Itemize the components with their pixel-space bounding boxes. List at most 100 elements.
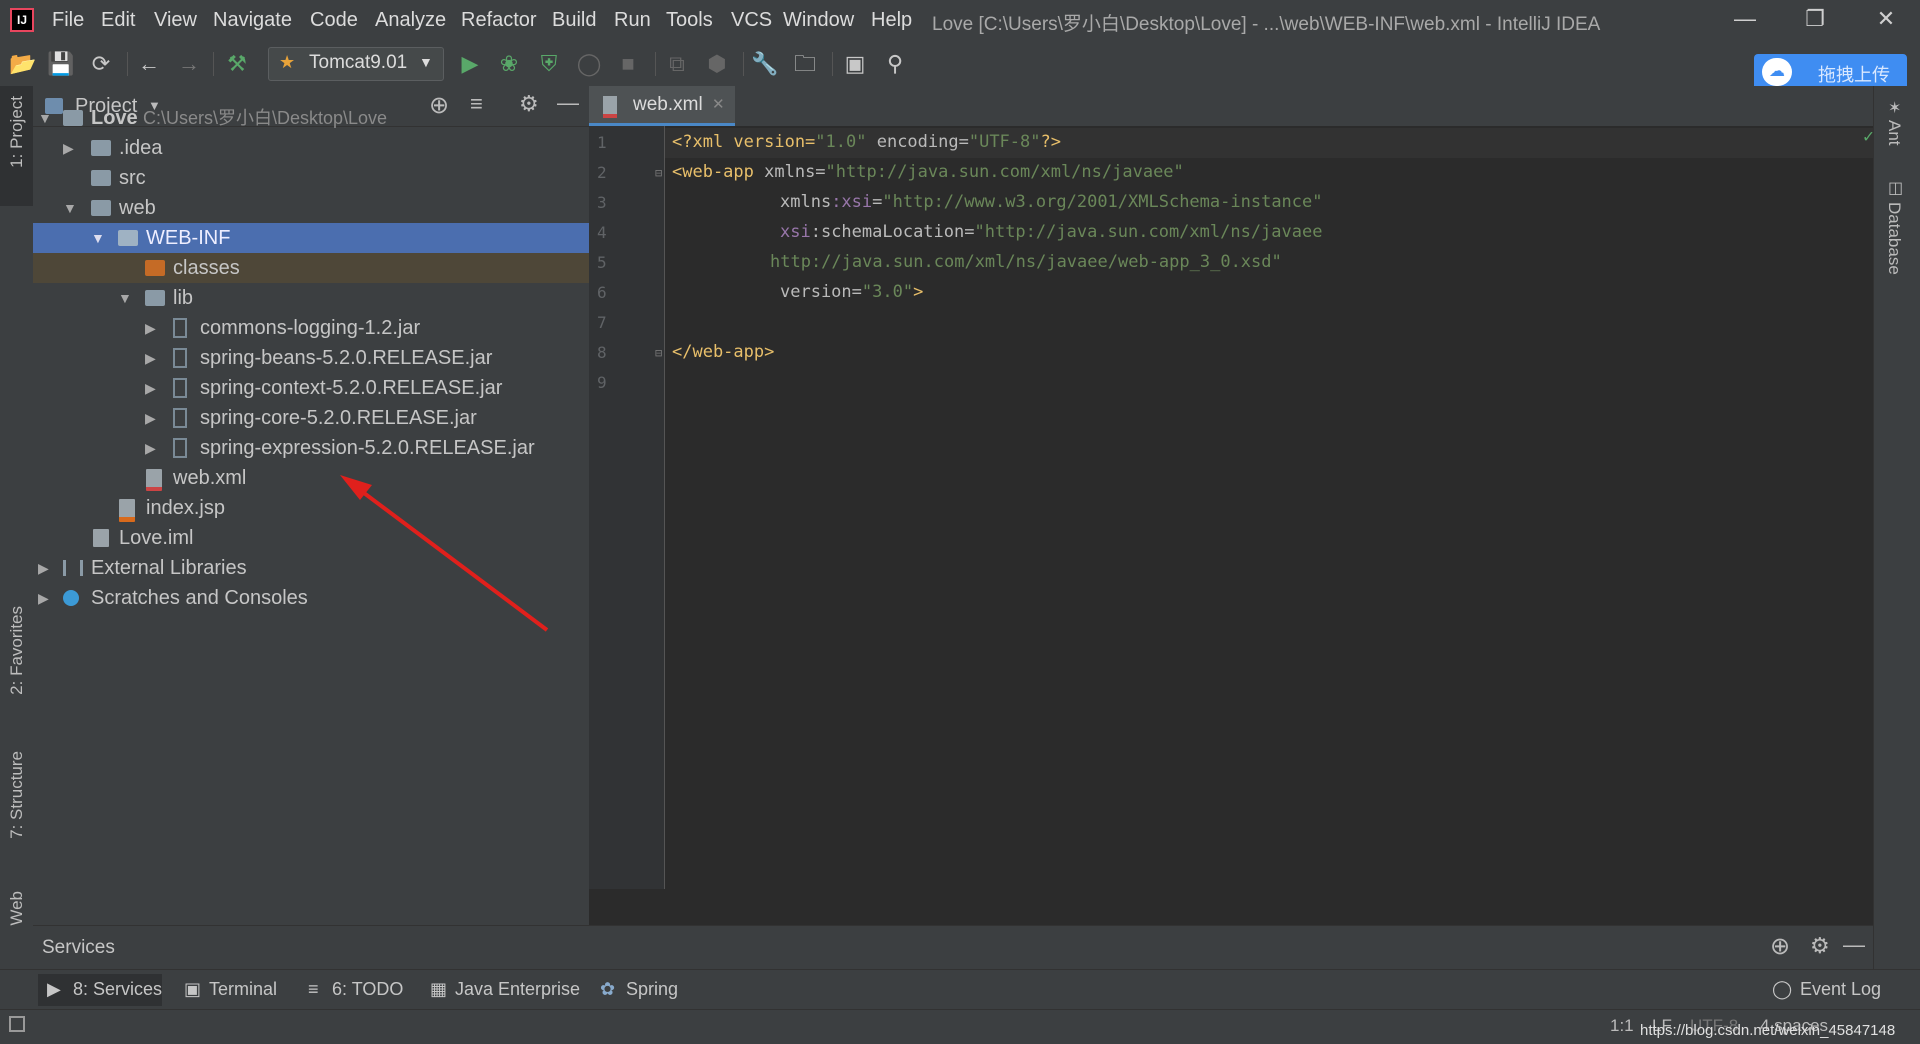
tab-java-enterprise[interactable]: Java Enterprise [455,979,580,1000]
tree-item-idea[interactable]: ▶ .idea [33,133,589,163]
close-tab-icon[interactable]: ✕ [712,95,725,113]
menu-build[interactable]: Build [552,9,596,32]
menu-code[interactable]: Code [310,9,358,32]
run-icon[interactable]: ▶ [455,49,485,79]
line-number: 6 [597,283,607,302]
right-tool-stripe: ✶ Ant ◫ Database [1873,86,1920,986]
tree-item-external-libraries[interactable]: ▶ External Libraries [33,553,589,583]
tab-database[interactable]: Database [1884,202,1904,275]
locate-icon[interactable]: ⊕ [1770,932,1790,961]
tab-event-log[interactable]: Event Log [1800,979,1881,1000]
menu-window[interactable]: Window [783,9,854,32]
upload-button[interactable]: ☁ 拖拽上传 [1754,54,1907,90]
tree-item-web-xml[interactable]: web.xml [33,463,589,493]
expanded-arrow-icon[interactable]: ▼ [63,193,79,223]
line-number: 2 [597,163,607,182]
tree-item-src[interactable]: src [33,163,589,193]
save-icon[interactable]: 💾 [46,49,76,79]
menu-tools[interactable]: Tools [666,9,713,32]
tab-ant[interactable]: Ant [1884,120,1904,146]
build-hammer-icon[interactable]: ⚒ [222,49,252,79]
menu-edit[interactable]: Edit [101,9,135,32]
settings-wrench-icon[interactable]: 🔧 [750,49,780,79]
tree-item-love-iml[interactable]: Love.iml [33,523,589,553]
tab-services[interactable]: 8: Services [73,979,162,1000]
tab-structure[interactable]: 7: Structure [7,751,27,839]
menu-vcs[interactable]: VCS [731,9,772,32]
menu-run[interactable]: Run [614,9,651,32]
menu-refactor[interactable]: Refactor [461,9,537,32]
collapsed-arrow-icon[interactable]: ▶ [38,583,54,613]
debug-icon[interactable]: ❀ [494,49,524,79]
tree-item-classes[interactable]: classes [33,253,589,283]
tree-label: classes [173,257,240,279]
ant-icon: ✶ [1888,100,1902,117]
deploy-icon[interactable]: ⬢ [702,49,732,79]
close-window-button[interactable]: ✕ [1866,6,1906,36]
collapsed-arrow-icon[interactable]: ▶ [145,403,161,433]
collapsed-arrow-icon[interactable]: ▶ [145,433,161,463]
jar-icon [173,348,187,368]
jar-icon [173,408,187,428]
menu-view[interactable]: View [154,9,197,32]
fold-marker-icon[interactable]: ⊟ [655,166,662,180]
code-editor[interactable]: <?xml version="1.0" encoding="UTF-8"?> <… [665,126,1874,889]
project-structure-icon[interactable]: 🗀 [790,49,820,79]
hide-panel-icon[interactable]: — [1843,932,1865,958]
line-number: 5 [597,253,607,272]
tree-item-love[interactable]: ▼ Love C:\Users\罗小白\Desktop\Love [33,103,589,133]
collapsed-arrow-icon[interactable]: ▶ [63,133,79,163]
tab-favorites[interactable]: 2: Favorites [7,606,27,695]
collapsed-arrow-icon[interactable]: ▶ [145,313,161,343]
profile-icon[interactable]: ◯ [574,49,604,79]
expanded-arrow-icon[interactable]: ▼ [91,223,107,253]
tree-item-scratches[interactable]: ▶ Scratches and Consoles [33,583,589,613]
tree-label: spring-beans-5.2.0.RELEASE.jar [200,347,493,369]
tree-item-web-inf[interactable]: ▼ WEB-INF [33,223,589,253]
restore-button[interactable]: ❐ [1795,6,1835,36]
tab-web-xml[interactable]: web.xml ✕ [589,86,735,126]
tree-item-index-jsp[interactable]: index.jsp [33,493,589,523]
collapsed-arrow-icon[interactable]: ▶ [145,373,161,403]
tree-item-jar[interactable]: ▶ spring-context-5.2.0.RELEASE.jar [33,373,589,403]
tab-todo[interactable]: 6: TODO [332,979,403,1000]
tree-label: Scratches and Consoles [91,587,308,609]
tab-spring[interactable]: Spring [626,979,678,1000]
toolbar-divider [743,52,744,76]
gear-icon[interactable]: ⚙ [1810,933,1830,959]
back-icon[interactable]: ← [134,49,164,79]
coverage-icon[interactable]: ⛨ [534,49,564,79]
tab-terminal[interactable]: Terminal [209,979,277,1000]
update-icon[interactable]: ⧉ [662,49,692,79]
caret-position[interactable]: 1:1 [1610,1016,1634,1036]
editor-gutter: 1 2 3 4 5 6 7 8 9 ⊟ ⊟ [589,126,665,889]
forward-icon[interactable]: → [174,49,204,79]
expanded-arrow-icon[interactable]: ▼ [38,103,54,133]
tomcat-icon: ★ [279,52,296,72]
expanded-arrow-icon[interactable]: ▼ [118,283,134,313]
tree-item-jar[interactable]: ▶ spring-core-5.2.0.RELEASE.jar [33,403,589,433]
tree-item-jar[interactable]: ▶ spring-beans-5.2.0.RELEASE.jar [33,343,589,373]
terminal-window-icon[interactable]: ▣ [840,49,870,79]
tree-item-lib[interactable]: ▼ lib [33,283,589,313]
event-log-icon: ◯ [1772,979,1793,999]
tree-item-jar[interactable]: ▶ commons-logging-1.2.jar [33,313,589,343]
menu-help[interactable]: Help [871,9,912,32]
minimize-button[interactable]: — [1725,6,1765,36]
tab-project[interactable]: 1: Project [7,96,27,168]
toggle-tool-windows-icon[interactable] [9,1016,25,1032]
tree-item-web[interactable]: ▼ web [33,193,589,223]
menu-navigate[interactable]: Navigate [213,9,292,32]
fold-marker-icon[interactable]: ⊟ [655,346,662,360]
run-configuration-select[interactable]: ★ Tomcat9.01 ▼ [268,47,444,81]
tab-web[interactable]: Web [7,891,27,926]
tree-item-jar[interactable]: ▶ spring-expression-5.2.0.RELEASE.jar [33,433,589,463]
menu-analyze[interactable]: Analyze [375,9,446,32]
sync-icon[interactable]: ⟳ [86,49,116,79]
search-icon[interactable]: ⚲ [880,49,910,79]
collapsed-arrow-icon[interactable]: ▶ [38,553,54,583]
collapsed-arrow-icon[interactable]: ▶ [145,343,161,373]
menu-file[interactable]: File [52,9,84,32]
open-icon[interactable]: 📂 [8,49,38,79]
stop-icon[interactable]: ■ [613,49,643,79]
